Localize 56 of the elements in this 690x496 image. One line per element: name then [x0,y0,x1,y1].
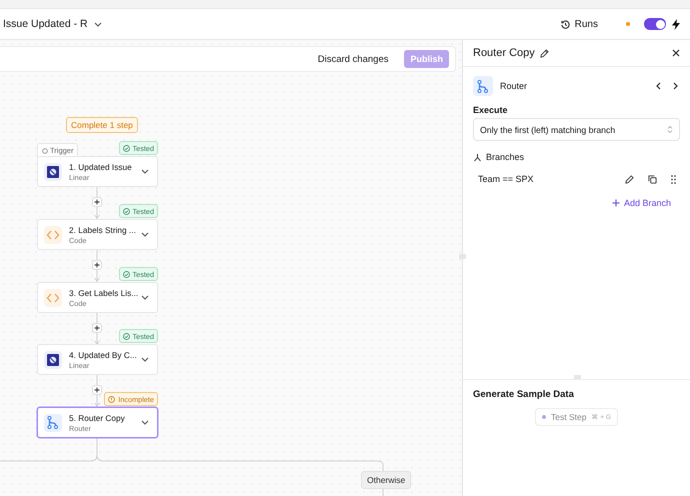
plus-icon [94,262,100,268]
resize-handle[interactable] [459,254,466,259]
chevron-down-icon[interactable] [94,22,102,26]
code-icon [44,226,62,244]
step-title: 5. Router Copy [69,412,126,422]
add-branch-button[interactable]: Add Branch [612,198,680,208]
app-logo-icon [44,350,62,368]
chevron-down-icon[interactable] [141,295,149,300]
history-icon [560,20,570,28]
discard-changes-button[interactable]: Discard changes [312,52,394,66]
flow-title[interactable]: Issue Updated - R [3,18,102,30]
plus-icon [612,199,620,207]
router-icon [44,414,62,432]
field-label: Execute [473,105,509,115]
router-icon [473,76,493,96]
branch-icon [473,152,482,162]
step-title: 2. Labels String ... [69,224,134,234]
plus-icon [94,387,100,393]
add-step-button[interactable] [92,323,102,333]
step-title: 4. Updated By C... [69,350,134,360]
drag-handle-icon[interactable] [671,174,676,184]
chevron-down-icon[interactable] [141,420,149,425]
close-icon[interactable] [672,49,680,57]
check-circle-icon [122,270,130,278]
copy-icon[interactable] [648,174,657,184]
piece-name: Router [500,81,528,91]
chevron-down-icon[interactable] [141,357,149,362]
branch-label: Otherwise [361,471,412,489]
plus-icon [94,199,100,205]
step-title: 1. Updated Issue [69,162,133,172]
branch-condition: Team == SPX [478,174,535,184]
section-label: Branches [486,152,524,162]
sort-icon [667,125,673,134]
code-icon [44,288,62,306]
panel-title: Router Copy [473,47,535,59]
chevron-right-icon[interactable] [673,82,678,90]
plus-icon [94,325,100,331]
chevron-down-icon[interactable] [141,232,149,237]
section-title: Generate Sample Data [473,389,575,400]
check-circle-icon [122,332,130,340]
check-circle-icon [122,208,130,214]
add-step-button[interactable] [92,385,102,395]
add-step-button[interactable] [92,260,102,270]
add-step-button[interactable] [92,197,102,207]
pencil-icon[interactable] [625,174,634,184]
pencil-icon[interactable] [540,48,549,58]
check-circle-icon [122,144,130,152]
runs-button[interactable]: Runs [554,18,604,30]
execute-dropdown[interactable]: Only the first (left) matching branch [473,118,680,141]
chevron-down-icon[interactable] [141,169,149,174]
warning-icon [108,396,116,402]
enable-toggle[interactable] [644,18,666,30]
chevron-left-icon[interactable] [656,82,661,90]
step-summary-badge: Complete 1 step [66,117,138,133]
resize-handle[interactable] [574,375,581,380]
app-logo-icon [44,162,62,180]
